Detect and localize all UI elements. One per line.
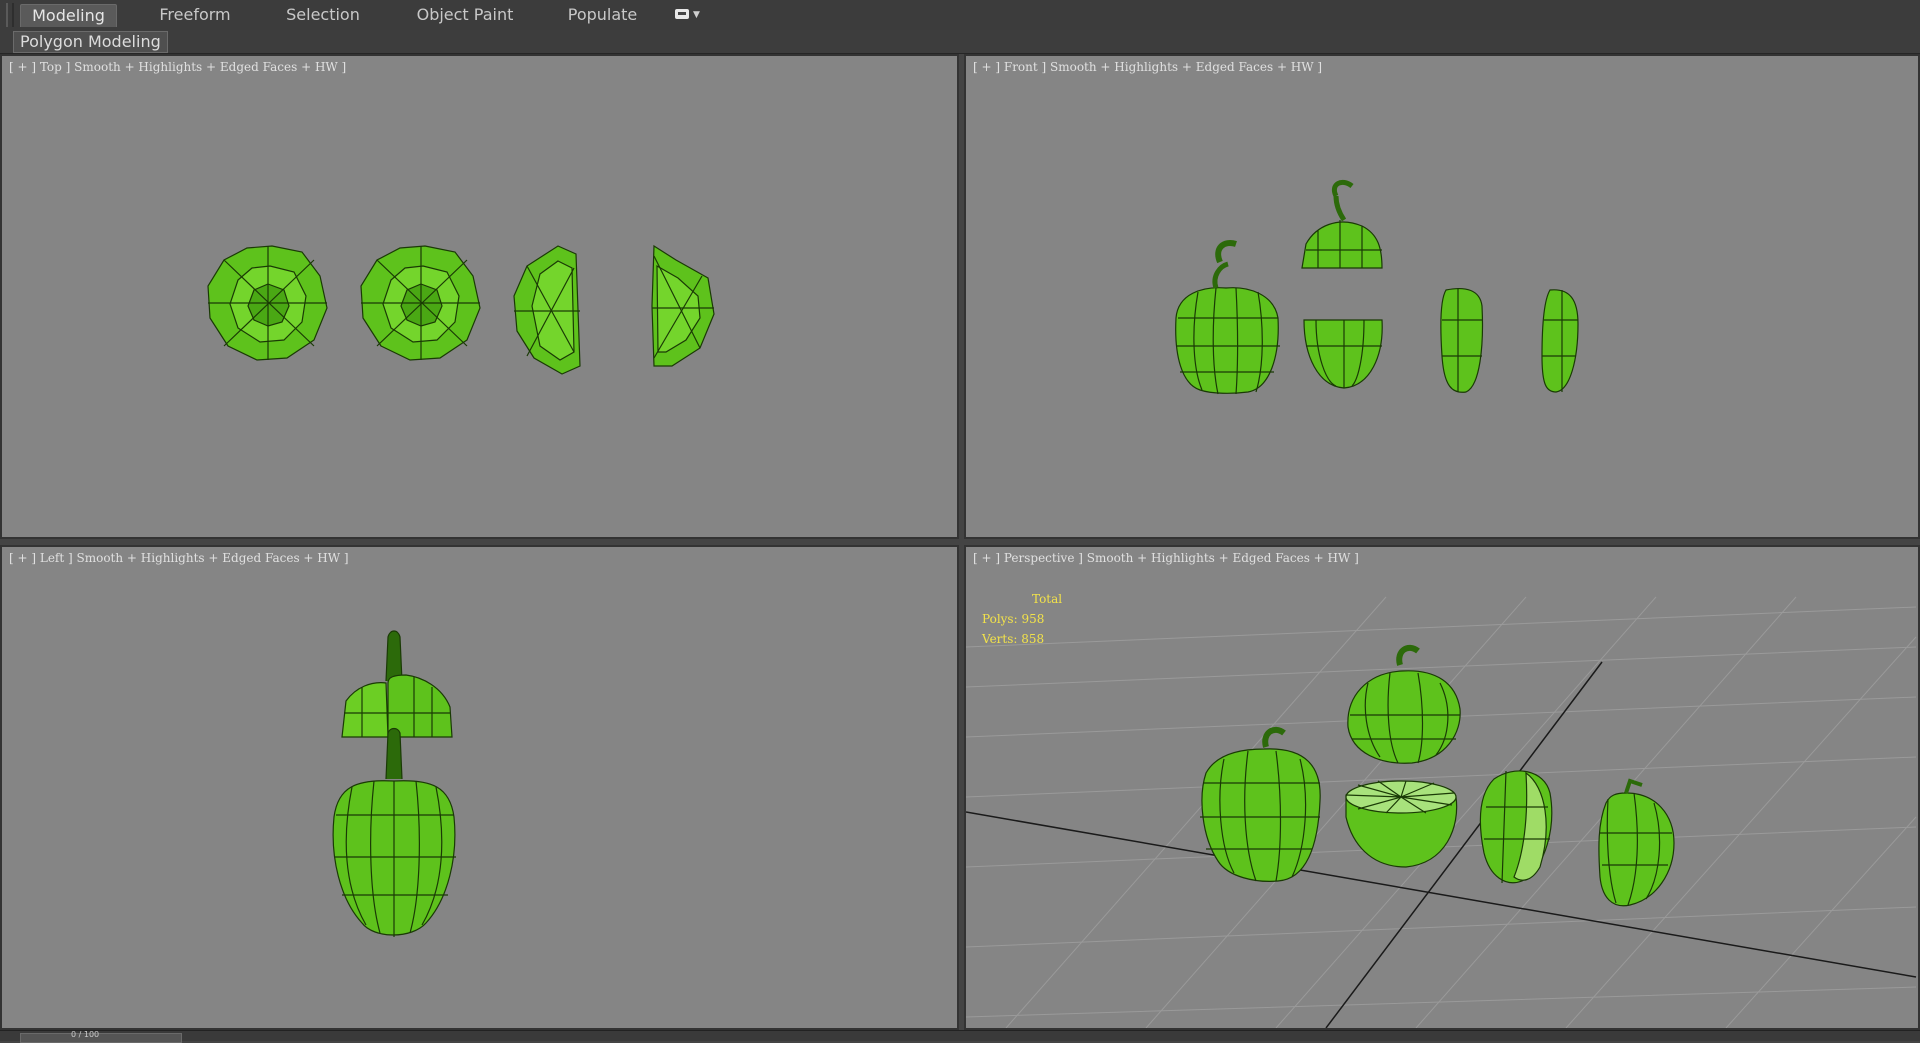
viewport-label-perspective[interactable]: [ + ] Perspective ] Smooth + Highlights … (973, 551, 1359, 565)
pepper-front-view-side-1 (1440, 287, 1484, 393)
viewport-label-top[interactable]: [ + ] Top ] Smooth + Highlights + Edged … (9, 60, 346, 74)
viewport-left[interactable]: [ + ] Left ] Smooth + Highlights + Edged… (0, 545, 959, 1030)
pepper-left-view-top-cap (341, 630, 453, 738)
pepper-perspective-half-1 (1479, 770, 1553, 884)
pepper-perspective-whole (1200, 726, 1321, 882)
viewport-top[interactable]: [ + ] Top ] Smooth + Highlights + Edged … (0, 54, 959, 539)
ribbon-toggle-icon (675, 9, 689, 19)
pepper-top-view-1 (207, 245, 328, 361)
ribbon-panel-bar: Polygon Modeling (0, 30, 1920, 54)
ribbon-options-dropdown[interactable]: ▼ (675, 8, 703, 22)
panel-polygon-modeling[interactable]: Polygon Modeling (13, 31, 168, 53)
viewport-perspective[interactable]: [ + ] Perspective ] Smooth + Highlights … (964, 545, 1920, 1030)
pepper-front-view-side-2 (1541, 289, 1579, 393)
chevron-down-icon: ▼ (693, 10, 700, 20)
tab-selection[interactable]: Selection (278, 4, 368, 26)
pepper-top-view-half-1 (513, 245, 581, 375)
pepper-top-view-half-2 (651, 244, 715, 367)
viewport-front[interactable]: [ + ] Front ] Smooth + Highlights + Edge… (964, 54, 1920, 539)
time-slider[interactable]: 0 / 100 (20, 1030, 182, 1043)
scene-statistics: Total Polys: 958 Verts: 858 (982, 589, 1062, 649)
time-slider-frame: 0 / 100 (71, 1030, 100, 1039)
viewport-label-front[interactable]: [ + ] Front ] Smooth + Highlights + Edge… (973, 60, 1322, 74)
stats-polys: Polys: 958 (982, 612, 1045, 626)
time-slider-bar: 0 / 100 (0, 1030, 1920, 1043)
stats-verts: Verts: 858 (982, 632, 1045, 646)
tab-freeform[interactable]: Freeform (150, 4, 240, 26)
pepper-perspective-top-cap (1347, 644, 1461, 764)
tab-object-paint[interactable]: Object Paint (410, 4, 520, 26)
front-view-meshes (1175, 179, 1579, 395)
perspective-view-scene (966, 596, 1917, 1028)
tab-populate[interactable]: Populate (560, 4, 645, 26)
pepper-front-view-bottom-bowl (1303, 319, 1383, 389)
tab-modeling[interactable]: Modeling (20, 4, 117, 27)
pepper-top-view-2 (360, 245, 481, 361)
pepper-perspective-bowl (1345, 780, 1458, 868)
pepper-front-view-top-cap (1301, 179, 1383, 269)
pepper-front-view-whole (1175, 240, 1280, 395)
left-view-meshes (332, 630, 456, 937)
ribbon-grip[interactable] (6, 3, 14, 27)
pepper-perspective-half-2 (1598, 778, 1675, 907)
viewport-label-left[interactable]: [ + ] Left ] Smooth + Highlights + Edged… (9, 551, 349, 565)
ribbon-bar: Modeling Freeform Selection Object Paint… (0, 0, 1920, 31)
pepper-left-view-whole (332, 727, 456, 937)
top-view-meshes (207, 244, 715, 375)
stats-total-label: Total (1032, 592, 1063, 606)
